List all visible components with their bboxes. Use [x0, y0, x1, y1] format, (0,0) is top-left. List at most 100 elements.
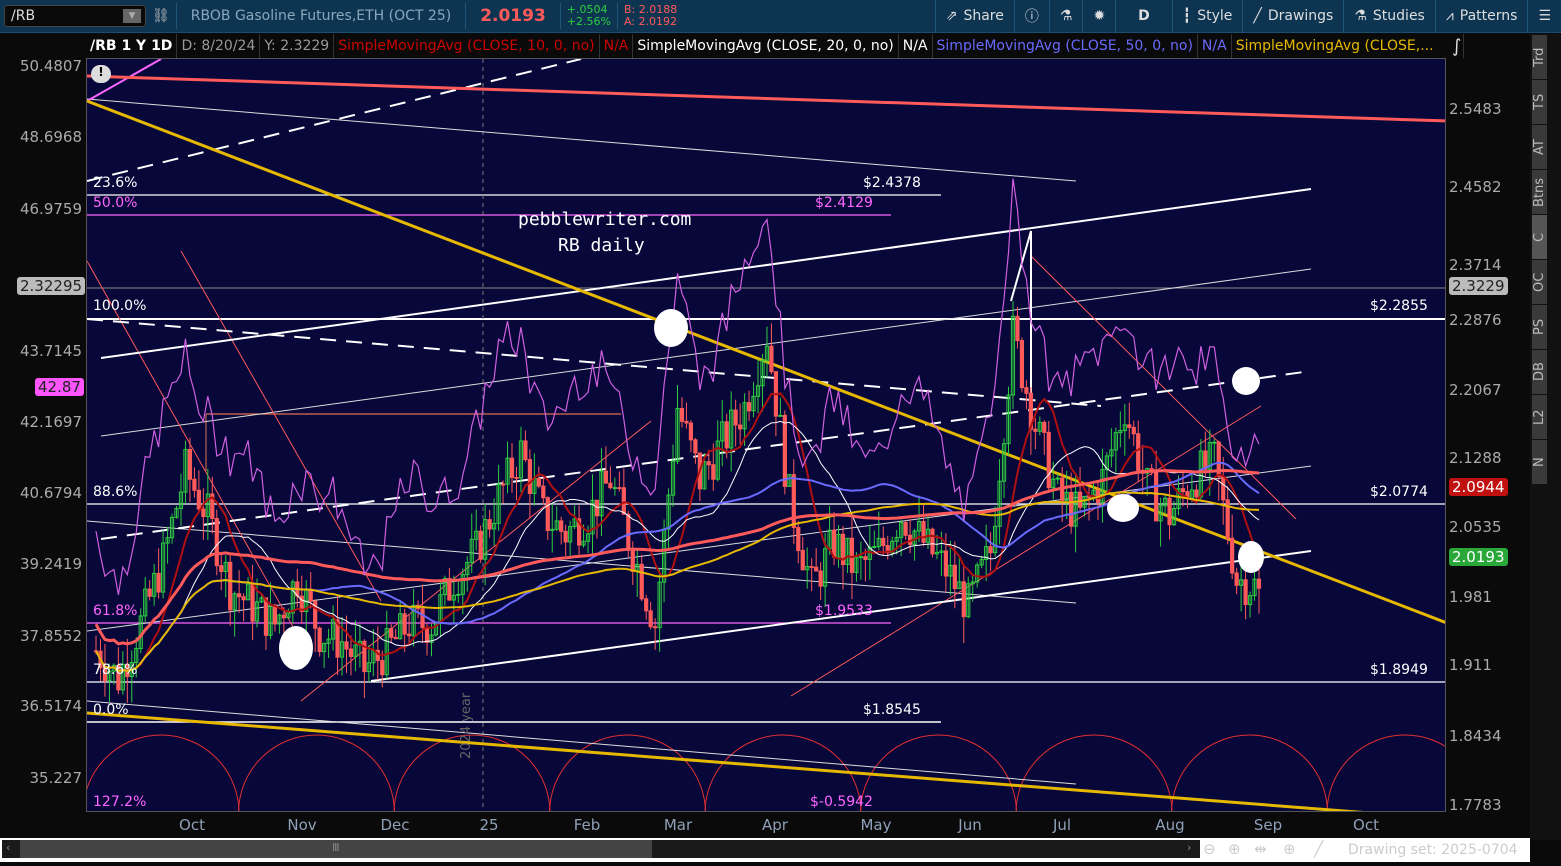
patterns-label: Patterns [1459, 8, 1518, 24]
candle [366, 645, 371, 683]
fib-price: $2.0774 [1370, 484, 1428, 500]
candle [492, 498, 497, 546]
scroll-left-icon[interactable]: ‹ [6, 841, 10, 854]
candle [1212, 439, 1217, 462]
x-axis-tick: Dec [380, 816, 410, 834]
symbol-input[interactable]: /RB ▼ [4, 5, 146, 27]
candle [393, 628, 398, 640]
candle [1221, 457, 1226, 525]
candle [263, 597, 269, 650]
study-icon[interactable]: ∫ [1452, 36, 1461, 57]
candle [183, 440, 188, 504]
marker-circle [279, 626, 313, 670]
fib-price: $2.4129 [815, 195, 873, 211]
x-axis-tick: Nov [287, 816, 317, 834]
share-button[interactable]: ⇗ Share [934, 0, 1014, 33]
chart-plot[interactable]: ! pebblewriter.com RB daily 2024 year 23… [86, 58, 1446, 812]
patterns-button[interactable]: ⩘ Patterns [1434, 0, 1528, 33]
candle [237, 570, 242, 613]
pan-icon[interactable]: ⇹ [1254, 840, 1267, 858]
candle [773, 371, 779, 437]
candle [160, 530, 166, 599]
candle [509, 443, 515, 493]
link-icon[interactable]: ⛓ [152, 8, 170, 24]
sma-yellow-legend[interactable]: SimpleMovingAvg (CLOSE,... [1232, 34, 1464, 58]
info-button[interactable]: ⓘ [1013, 0, 1049, 33]
sidebar-tab-ps[interactable]: PS [1532, 305, 1547, 349]
cycle-arc [1015, 734, 1173, 811]
sidebar-tab-l2[interactable]: L2 [1532, 395, 1547, 439]
aggregation-label: D [1138, 8, 1150, 24]
last-price-label: 2.0193 [1449, 548, 1508, 566]
ask: A: 2.0192 [623, 15, 677, 28]
x-axis-tick: Feb [573, 816, 601, 834]
candle [796, 520, 801, 564]
drawing-tool-icon[interactable]: ╱ [1314, 840, 1323, 858]
watermark-sub: RB daily [558, 235, 645, 256]
zoom-out-icon[interactable]: ⊖ [1203, 840, 1216, 858]
scroll-right-icon[interactable]: › [1187, 841, 1191, 854]
candle [219, 554, 224, 591]
sidebar-tab-oc[interactable]: OC [1532, 260, 1547, 304]
candle [201, 488, 206, 540]
fib-price: $2.2855 [1370, 298, 1428, 314]
candle [384, 610, 389, 679]
sidebar-tab-n[interactable]: N [1532, 440, 1547, 484]
crosshair-icon[interactable]: ⊕ [1283, 840, 1296, 858]
scrollbar-thumb[interactable]: Ⅲ [20, 840, 652, 858]
candle [433, 621, 439, 637]
menu-button[interactable]: ☰ [1527, 0, 1561, 33]
patterns-icon: ⩘ [1445, 8, 1454, 24]
zoom-in-icon[interactable]: ⊕ [1228, 840, 1241, 858]
candle [322, 642, 327, 668]
fib-pct: 50.0% [93, 195, 138, 211]
candle [415, 600, 421, 619]
candle [1203, 431, 1208, 477]
settings-button[interactable]: ✹ [1082, 0, 1115, 33]
sidebar-tab-btns[interactable]: Btns [1532, 170, 1547, 214]
candle [353, 620, 358, 672]
candle [1180, 470, 1186, 507]
symbol-description: RBOB Gasoline Futures,ETH (OCT 25) [190, 8, 452, 24]
flask-icon: ⚗ [1059, 8, 1073, 24]
sidebar-tab-at[interactable]: AT [1532, 125, 1547, 169]
drawings-button[interactable]: ╱ Drawings [1242, 0, 1343, 33]
candle [152, 563, 157, 606]
candle [245, 576, 251, 601]
candle [930, 527, 935, 558]
candle [138, 608, 143, 654]
candle [1100, 448, 1105, 523]
sidebar-tab-trd[interactable]: Trd [1532, 35, 1547, 79]
fib-price: $1.8949 [1370, 662, 1428, 678]
sidebar-tab-ts[interactable]: TS [1532, 80, 1547, 124]
aggregation-button[interactable]: D [1115, 0, 1172, 33]
candle [612, 477, 617, 496]
candle [1225, 485, 1230, 545]
studies-button[interactable]: ⚗ Studies [1343, 0, 1435, 33]
sidebar-tab-c[interactable]: C [1532, 215, 1547, 259]
sma20-legend[interactable]: SimpleMovingAvg (CLOSE, 20, 0, no) [633, 34, 899, 58]
candle [174, 505, 179, 519]
candle [1015, 306, 1020, 349]
candle [751, 382, 756, 418]
candle [720, 400, 725, 467]
watermark-site: pebblewriter.com [518, 209, 692, 230]
candle [156, 548, 161, 599]
candle [268, 582, 273, 640]
drawing-set[interactable]: Drawing set: 2025-0704 [1348, 842, 1518, 858]
horizontal-scrollbar[interactable]: Ⅲ ‹ › [2, 840, 1200, 858]
left-axis-tick: 37.8552 [19, 627, 82, 645]
sma10-legend[interactable]: SimpleMovingAvg (CLOSE, 10, 0, no) [334, 34, 600, 58]
candle [559, 516, 564, 545]
alert-icon[interactable]: ! [91, 65, 111, 83]
candle [143, 576, 148, 623]
flask-button[interactable]: ⚗ [1048, 0, 1083, 33]
fib-pct: 127.2% [93, 794, 147, 810]
candle [192, 467, 197, 498]
chevron-down-icon[interactable]: ▼ [123, 9, 141, 23]
right-axis-tick: 1.911 [1449, 656, 1492, 674]
style-button[interactable]: ┇ Style [1171, 0, 1243, 33]
fib-price: $1.8545 [863, 702, 921, 718]
sma50-legend[interactable]: SimpleMovingAvg (CLOSE, 50, 0, no) [933, 34, 1198, 58]
sidebar-tab-db[interactable]: DB [1532, 350, 1547, 394]
